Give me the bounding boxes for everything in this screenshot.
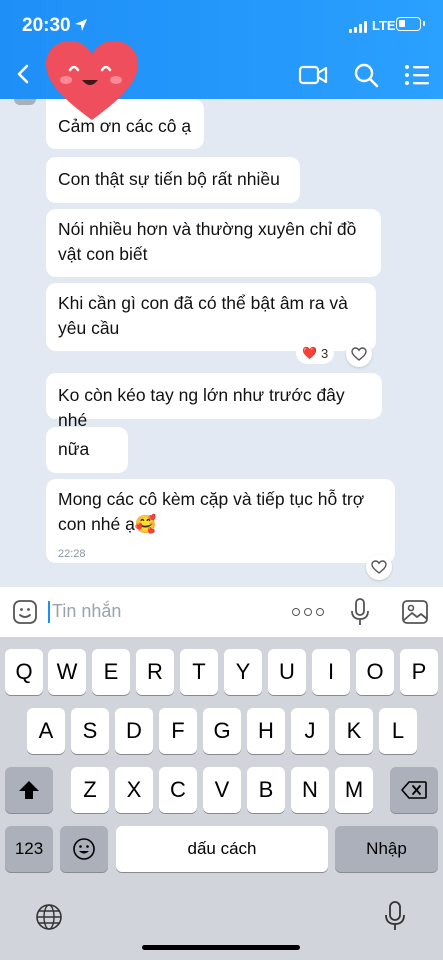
emoji-key[interactable]: [60, 826, 108, 872]
menu-button[interactable]: [404, 63, 430, 87]
heart-outline-icon: [371, 560, 387, 574]
key-s[interactable]: S: [71, 708, 109, 754]
image-picker-button[interactable]: [401, 599, 429, 625]
key-p[interactable]: P: [400, 649, 438, 695]
key-u[interactable]: U: [268, 649, 306, 695]
backspace-key[interactable]: [390, 767, 438, 813]
shift-key[interactable]: [5, 767, 53, 813]
message-text: Khi cần gì con đã có thể bật âm ra và yê…: [58, 293, 348, 338]
message-bubble[interactable]: Ko còn kéo tay ng lớn như trước đây nhé: [46, 373, 382, 430]
key-q[interactable]: Q: [5, 649, 43, 695]
key-o[interactable]: O: [356, 649, 394, 695]
battery-icon: [396, 17, 425, 31]
chat-messages[interactable]: Cảm ơn các cô ạ Con thật sự tiến bộ rất …: [0, 99, 443, 587]
key-r[interactable]: R: [136, 649, 174, 695]
status-time: 20:30: [22, 15, 71, 36]
key-b[interactable]: B: [247, 767, 285, 813]
key-w[interactable]: W: [48, 649, 86, 695]
key-f[interactable]: F: [159, 708, 197, 754]
heart-sticker-icon: [46, 41, 138, 120]
message-text: Ko còn kéo tay ng lớn như trước đây nhé: [58, 385, 345, 430]
heart-reaction-icon: ❤️: [302, 346, 317, 360]
more-options-button[interactable]: [292, 602, 324, 622]
key-d[interactable]: D: [115, 708, 153, 754]
key-y[interactable]: Y: [224, 649, 262, 695]
location-arrow-icon: [75, 19, 87, 31]
key-z[interactable]: Z: [71, 767, 109, 813]
key-x[interactable]: X: [115, 767, 153, 813]
react-button[interactable]: [346, 341, 372, 367]
keyboard: Q W E R T Y U I O P A S D F G H J K L Z …: [0, 637, 443, 960]
message-bubble[interactable]: Con thật sự tiến bộ rất nhiều: [46, 157, 300, 203]
message-bubble[interactable]: Nói nhiều hơn và thường xuyên chỉ đồ vật…: [46, 209, 381, 277]
key-a[interactable]: A: [27, 708, 65, 754]
message-text: Mong các cô kèm cặp và tiếp tục hỗ trợ c…: [58, 489, 365, 534]
message-bubble[interactable]: nữa: [46, 427, 128, 473]
network-label: LTE: [372, 18, 396, 33]
emoji-button[interactable]: [12, 599, 38, 625]
key-c[interactable]: C: [159, 767, 197, 813]
key-j[interactable]: J: [291, 708, 329, 754]
video-call-button[interactable]: [298, 62, 328, 88]
message-bubble[interactable]: Khi cần gì con đã có thể bật âm ra và yê…: [46, 283, 376, 351]
message-text: Con thật sự tiến bộ rất nhiều: [58, 169, 280, 189]
key-m[interactable]: M: [335, 767, 373, 813]
message-input[interactable]: Tin nhắn: [52, 601, 121, 622]
numbers-key[interactable]: 123: [5, 826, 53, 872]
signal-icon: [349, 21, 367, 33]
shift-arrow-icon: [19, 781, 39, 799]
message-input-bar: Tin nhắn: [0, 587, 443, 637]
key-v[interactable]: V: [203, 767, 241, 813]
message-text: Nói nhiều hơn và thường xuyên chỉ đồ vật…: [58, 219, 357, 264]
key-g[interactable]: G: [203, 708, 241, 754]
key-l[interactable]: L: [379, 708, 417, 754]
key-e[interactable]: E: [92, 649, 130, 695]
key-i[interactable]: I: [312, 649, 350, 695]
avatar[interactable]: [14, 99, 36, 105]
globe-icon[interactable]: [34, 902, 64, 932]
voice-record-button[interactable]: [349, 597, 371, 627]
chat-header: 20:30 LTE h: [0, 0, 443, 120]
back-button[interactable]: [10, 60, 38, 88]
key-t[interactable]: T: [180, 649, 218, 695]
search-button[interactable]: [352, 61, 380, 89]
emoji-icon: [73, 838, 95, 860]
react-button[interactable]: [366, 554, 392, 580]
text-cursor: [48, 601, 50, 623]
message-text: nữa: [58, 439, 90, 459]
space-key[interactable]: dấu cách: [116, 826, 328, 872]
return-key[interactable]: Nhập: [335, 826, 438, 872]
reaction-count: 3: [320, 345, 329, 361]
dictation-mic-icon[interactable]: [384, 900, 406, 932]
key-n[interactable]: N: [291, 767, 329, 813]
home-indicator[interactable]: [142, 945, 300, 950]
heart-outline-icon: [351, 347, 367, 361]
key-k[interactable]: K: [335, 708, 373, 754]
reaction-summary[interactable]: ❤️ 3: [296, 342, 335, 364]
message-time: 22:28: [58, 548, 86, 560]
message-bubble[interactable]: Mong các cô kèm cặp và tiếp tục hỗ trợ c…: [46, 479, 395, 563]
backspace-icon: [401, 781, 427, 799]
key-h[interactable]: H: [247, 708, 285, 754]
